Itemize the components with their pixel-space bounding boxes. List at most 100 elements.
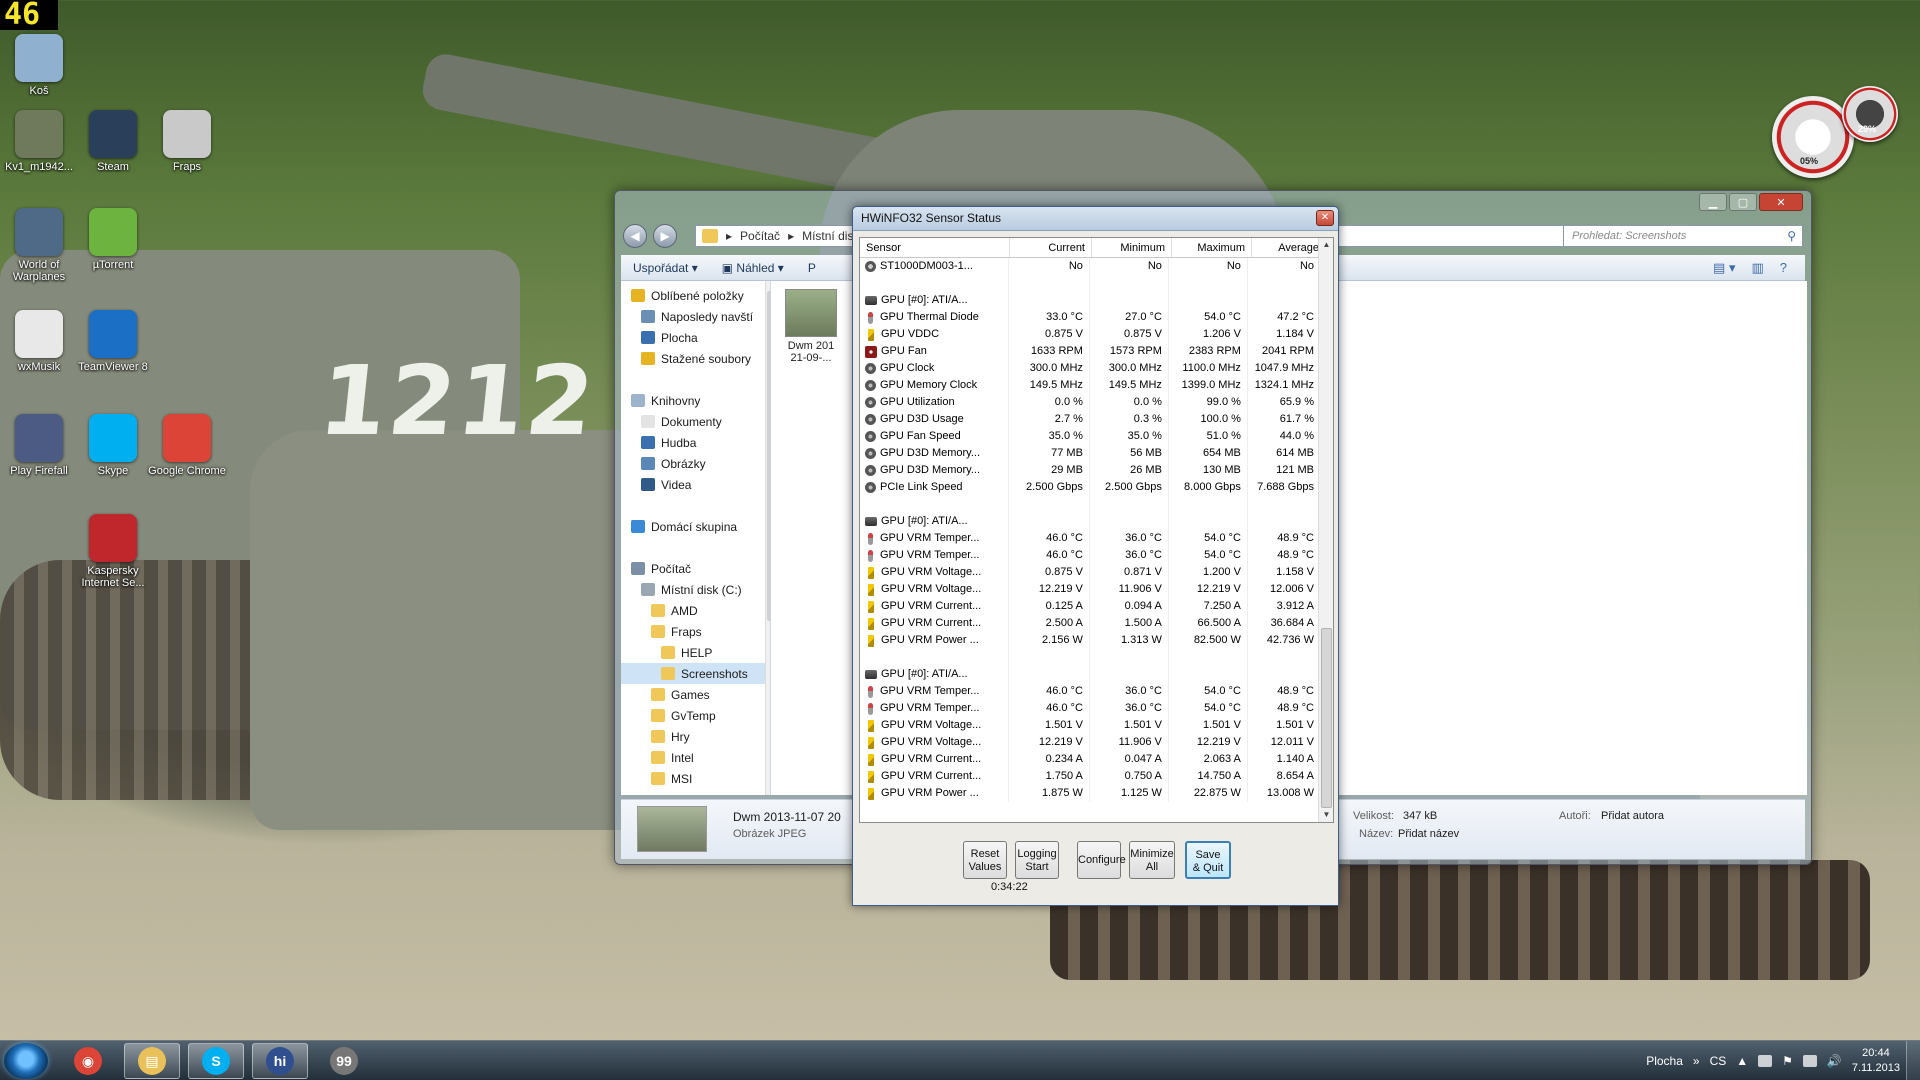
- nav-item[interactable]: MSI: [621, 768, 770, 789]
- save-quit-button[interactable]: Save & Quit: [1185, 841, 1231, 879]
- help-icon[interactable]: ?: [1780, 260, 1787, 276]
- language-indicator[interactable]: CS: [1710, 1054, 1727, 1068]
- sensor-row[interactable]: ST1000DM003-1... No No No No: [860, 258, 1320, 275]
- volume-icon[interactable]: 🔊: [1827, 1054, 1842, 1068]
- taskbar-app-button[interactable]: 99: [316, 1043, 372, 1079]
- search-icon[interactable]: ⚲: [1787, 229, 1796, 243]
- nav-item[interactable]: Oblíbené položky: [621, 285, 770, 306]
- desktop-icon[interactable]: Kaspersky Internet Se...: [74, 514, 152, 589]
- scroll-thumb[interactable]: [1321, 628, 1332, 808]
- logging-start-button[interactable]: Logging Start: [1015, 841, 1059, 879]
- clock[interactable]: 20:44 7.11.2013: [1852, 1046, 1900, 1076]
- tray-expand-icon[interactable]: ▲: [1736, 1054, 1748, 1068]
- start-button[interactable]: [4, 1043, 48, 1079]
- desktop-icon[interactable]: Google Chrome: [148, 414, 226, 477]
- minimize-all-button[interactable]: Minimize All: [1129, 841, 1175, 879]
- column-sensor[interactable]: Sensor: [860, 238, 1010, 257]
- nav-item[interactable]: Intel: [621, 747, 770, 768]
- nav-item[interactable]: Obrázky: [621, 453, 770, 474]
- preview-menu[interactable]: ▣ Náhled ▾: [722, 261, 784, 275]
- sensor-row[interactable]: GPU VRM Voltage... 0.875 V 0.871 V 1.200 V1…: [860, 564, 1320, 581]
- sensor-row[interactable]: GPU VRM Current... 0.234 A 0.047 A 2.063 A1…: [860, 751, 1320, 768]
- sensor-row[interactable]: GPU VRM Voltage... 1.501 V 1.501 V 1.501 V1…: [860, 717, 1320, 734]
- sensor-row[interactable]: GPU VRM Current... 1.750 A 0.750 A 14.750 A…: [860, 768, 1320, 785]
- taskbar-app-button[interactable]: hi: [252, 1043, 308, 1079]
- search-input[interactable]: Prohledat: Screenshots ⚲: [1563, 225, 1803, 247]
- sensor-row[interactable]: GPU Thermal Diode 33.0 °C 27.0 °C 54.0 °C 47…: [860, 309, 1320, 326]
- title-value[interactable]: Přidat název: [1398, 828, 1459, 840]
- nav-item[interactable]: Hry: [621, 726, 770, 747]
- desktop-icon[interactable]: µTorrent: [74, 208, 152, 271]
- configure-button[interactable]: Configure: [1077, 841, 1126, 879]
- sensor-row[interactable]: GPU VRM Voltage... 12.219 V 11.906 V 12.219…: [860, 734, 1320, 751]
- sensor-row[interactable]: GPU VRM Temper... 46.0 °C 36.0 °C 54.0 °C 48…: [860, 530, 1320, 547]
- sensor-row[interactable]: GPU VRM Current... 2.500 A 1.500 A 66.500 A…: [860, 615, 1320, 632]
- sensor-group-row[interactable]: GPU [#0]: ATI/A...: [860, 513, 1320, 530]
- scroll-up-icon[interactable]: ▲: [1321, 240, 1332, 252]
- sensor-row[interactable]: GPU VRM Power ... 1.875 W 1.125 W 22.875 W1…: [860, 785, 1320, 802]
- sensor-row[interactable]: GPU Fan 1633 RPM 1573 RPM 2383 RPM 2041 RPM: [860, 343, 1320, 360]
- nav-item[interactable]: Hudba: [621, 432, 770, 453]
- sensor-group-row[interactable]: GPU [#0]: ATI/A...: [860, 292, 1320, 309]
- more-menu[interactable]: P: [808, 261, 816, 275]
- author-value[interactable]: Přidat autora: [1601, 810, 1664, 822]
- nav-item[interactable]: HELP: [621, 642, 770, 663]
- nav-item[interactable]: Místní disk (C:): [621, 579, 770, 600]
- forward-button[interactable]: ▶: [653, 224, 677, 248]
- sensor-row[interactable]: GPU D3D Memory... 77 MB 56 MB 654 MB 614 MB: [860, 445, 1320, 462]
- sensor-row[interactable]: GPU Fan Speed 35.0 % 35.0 % 51.0 % 44.0 %: [860, 428, 1320, 445]
- taskbar-app-button[interactable]: S: [188, 1043, 244, 1079]
- nav-item[interactable]: Screenshots: [621, 663, 770, 684]
- nav-item[interactable]: Dokumenty: [621, 411, 770, 432]
- hwinfo-titlebar[interactable]: HWiNFO32 Sensor Status ✕: [853, 207, 1338, 231]
- gpu-tray-icon[interactable]: [1758, 1055, 1773, 1067]
- maximize-button[interactable]: ▢: [1729, 193, 1757, 211]
- sensor-row[interactable]: GPU Memory Clock 149.5 MHz 149.5 MHz 1399.0…: [860, 377, 1320, 394]
- nav-item[interactable]: Plocha: [621, 327, 770, 348]
- desktop-icon[interactable]: TeamViewer 8: [74, 310, 152, 373]
- desktop-icon[interactable]: Play Firefall: [0, 414, 78, 477]
- sensor-row[interactable]: GPU Clock 300.0 MHz 300.0 MHz 1100.0 MHz 104…: [860, 360, 1320, 377]
- sensor-row[interactable]: GPU Utilization 0.0 % 0.0 % 99.0 % 65.9 %: [860, 394, 1320, 411]
- desktop-icon[interactable]: Kv1_m1942...: [0, 110, 78, 173]
- sensor-row[interactable]: GPU D3D Memory... 29 MB 26 MB 130 MB 121 MB: [860, 462, 1320, 479]
- sensor-row[interactable]: GPU VDDC 0.875 V 0.875 V 1.206 V 1.184 V: [860, 326, 1320, 343]
- nav-item[interactable]: Stažené soubory: [621, 348, 770, 369]
- column-maximum[interactable]: Maximum: [1172, 238, 1252, 257]
- minimize-button[interactable]: ▁: [1699, 193, 1727, 211]
- nav-item[interactable]: Knihovny: [621, 390, 770, 411]
- file-item[interactable]: Dwm 201 21-09-...: [781, 289, 841, 364]
- desktop-icon[interactable]: wxMusik: [0, 310, 78, 373]
- toolbar-expand-icon[interactable]: »: [1693, 1054, 1700, 1068]
- desktop-icon[interactable]: Steam: [74, 110, 152, 173]
- desktop-toolbar-label[interactable]: Plocha: [1646, 1054, 1683, 1068]
- column-average[interactable]: Average: [1252, 238, 1326, 257]
- sensor-row[interactable]: GPU VRM Power ... 2.156 W 1.313 W 82.500 W4…: [860, 632, 1320, 649]
- taskbar-app-button[interactable]: ▤: [124, 1043, 180, 1079]
- sensor-row[interactable]: GPU VRM Temper... 46.0 °C 36.0 °C 54.0 °C 48…: [860, 683, 1320, 700]
- reset-values-button[interactable]: Reset Values: [963, 841, 1007, 879]
- breadcrumb-computer[interactable]: Počítač: [740, 229, 780, 243]
- close-button[interactable]: ✕: [1316, 210, 1334, 226]
- sensor-row[interactable]: GPU VRM Temper... 46.0 °C 36.0 °C 54.0 °C 48…: [860, 700, 1320, 717]
- network-icon[interactable]: [1802, 1055, 1817, 1067]
- nav-item[interactable]: Počítač: [621, 558, 770, 579]
- nav-item[interactable]: Domácí skupina: [621, 516, 770, 537]
- nav-item[interactable]: Naposledy navští: [621, 306, 770, 327]
- action-center-icon[interactable]: ⚑: [1782, 1054, 1793, 1068]
- taskbar-app-button[interactable]: ◉: [60, 1043, 116, 1079]
- sensor-row[interactable]: GPU VRM Temper... 46.0 °C 36.0 °C 54.0 °C 48…: [860, 547, 1320, 564]
- breadcrumb-disk[interactable]: Místní disk: [802, 229, 859, 243]
- desktop-icon[interactable]: World of Warplanes: [0, 208, 78, 283]
- column-minimum[interactable]: Minimum: [1092, 238, 1172, 257]
- sensor-scrollbar[interactable]: ▲ ▼: [1318, 238, 1333, 822]
- desktop-icon[interactable]: Koš: [0, 34, 78, 97]
- view-options-icon[interactable]: ▤ ▾: [1713, 260, 1735, 276]
- nav-item[interactable]: AMD: [621, 600, 770, 621]
- nav-item[interactable]: Games: [621, 684, 770, 705]
- organize-menu[interactable]: Uspořádat ▾: [633, 261, 698, 275]
- show-desktop-button[interactable]: [1906, 1041, 1920, 1080]
- nav-item[interactable]: Videa: [621, 474, 770, 495]
- sensor-group-row[interactable]: GPU [#0]: ATI/A...: [860, 666, 1320, 683]
- desktop-icon[interactable]: Skype: [74, 414, 152, 477]
